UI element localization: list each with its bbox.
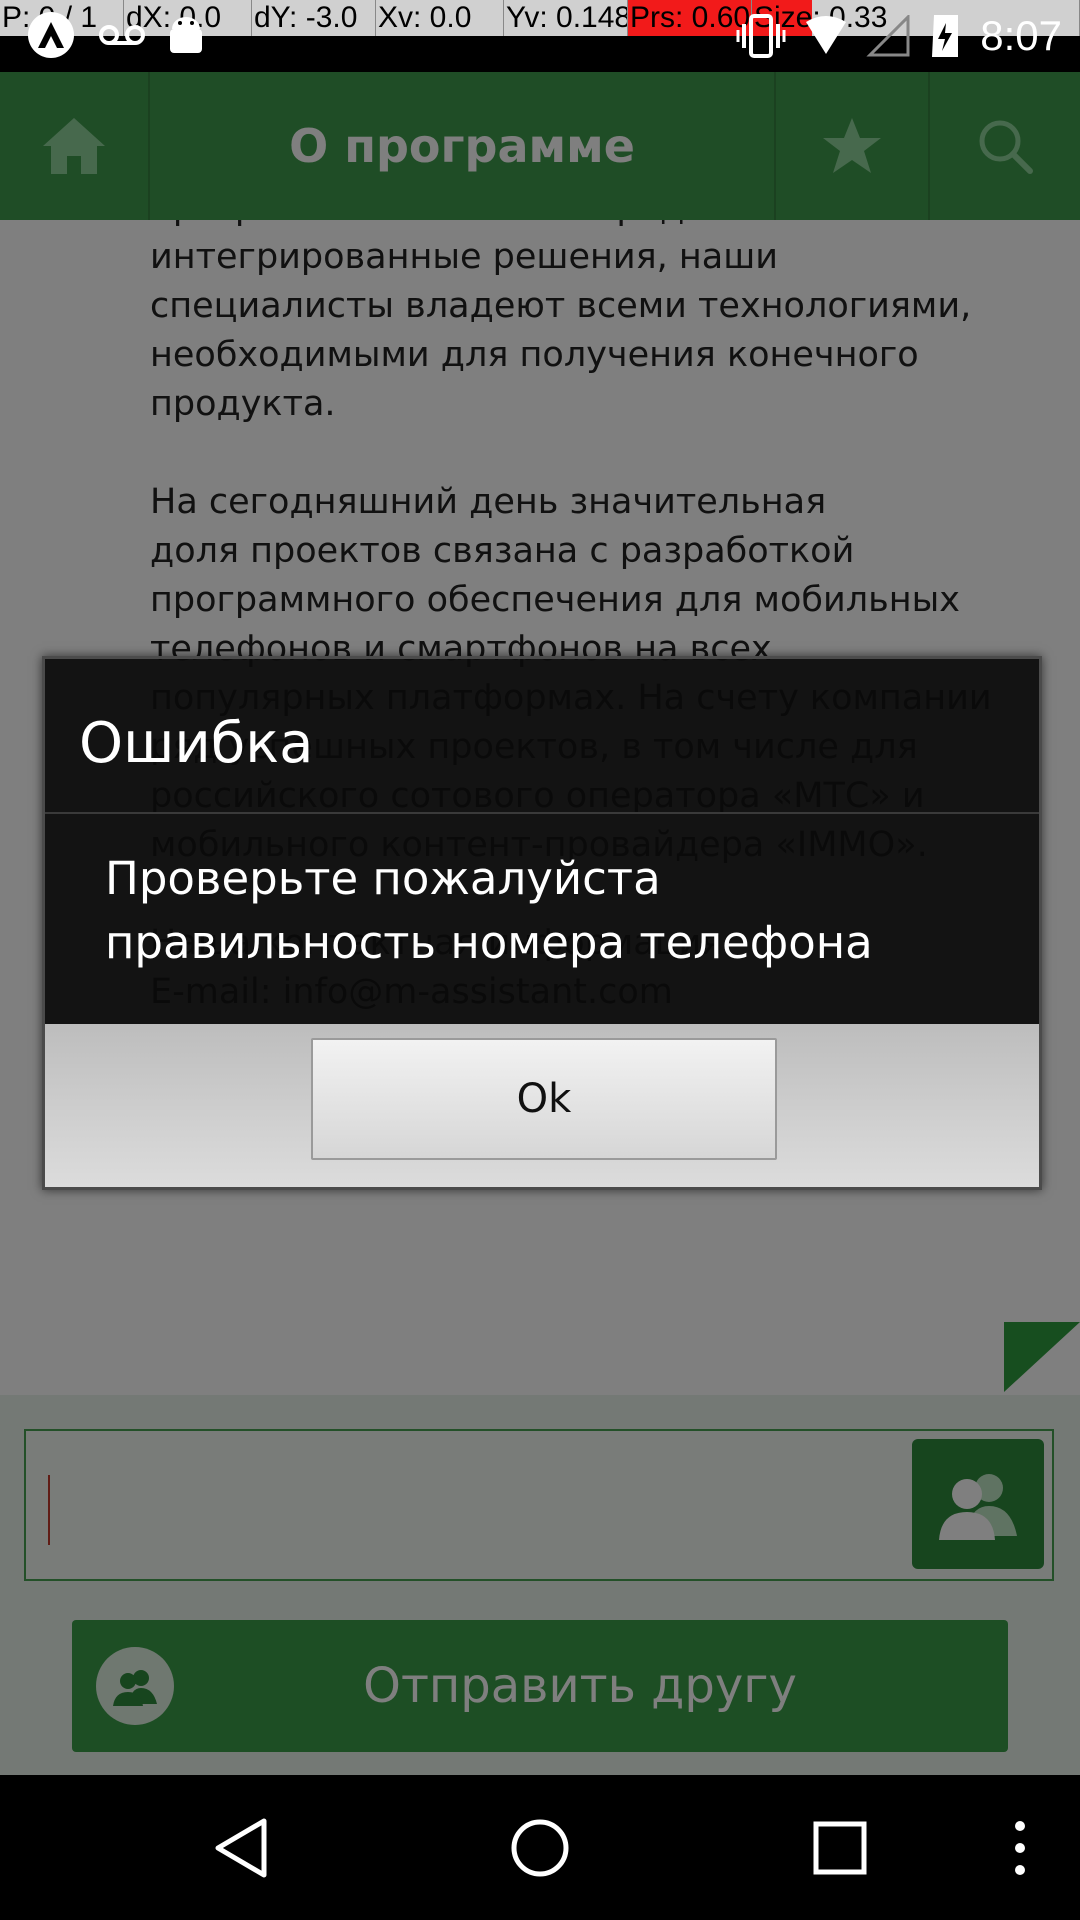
circle-home-icon — [511, 1819, 569, 1876]
back-button[interactable] — [190, 1775, 290, 1920]
status-right-icons: 8:07 — [736, 12, 1062, 60]
overflow-menu-icon — [1015, 1820, 1025, 1875]
recents-button[interactable] — [790, 1775, 890, 1920]
android-icon — [170, 17, 202, 53]
dialog-title: Ошибка — [79, 711, 314, 776]
dialog-divider — [45, 812, 1039, 814]
debug-xv: Xv: 0.0 — [376, 0, 504, 36]
wifi-icon — [806, 16, 847, 54]
home-nav-button[interactable] — [490, 1775, 590, 1920]
overflow-menu-button[interactable] — [990, 1775, 1050, 1920]
debug-pressure: Prs: 0.60 — [628, 0, 752, 36]
debug-dy: dY: -3.0 — [252, 0, 376, 36]
app-icon — [28, 12, 74, 58]
battery-charging-icon — [932, 15, 959, 57]
navigation-bar — [0, 1775, 1080, 1920]
status-time: 8:07 — [980, 12, 1062, 59]
back-icon — [215, 1818, 267, 1877]
error-dialog: Ошибка Проверьте пожалуйста правильность… — [42, 656, 1042, 1190]
signal-icon — [866, 15, 910, 57]
dialog-body: Ошибка Проверьте пожалуйста правильность… — [45, 659, 1039, 1024]
dialog-message: Проверьте пожалуйста правильность номера… — [105, 852, 873, 969]
recents-icon — [813, 1821, 867, 1874]
status-left-icons — [26, 10, 204, 60]
dialog-button-bar: Ok — [45, 1024, 1039, 1187]
voicemail-icon — [99, 25, 145, 45]
vibrate-icon — [736, 14, 786, 58]
debug-yv: Yv: 0.148 — [506, 0, 628, 36]
ok-button[interactable]: Ok — [311, 1038, 777, 1160]
